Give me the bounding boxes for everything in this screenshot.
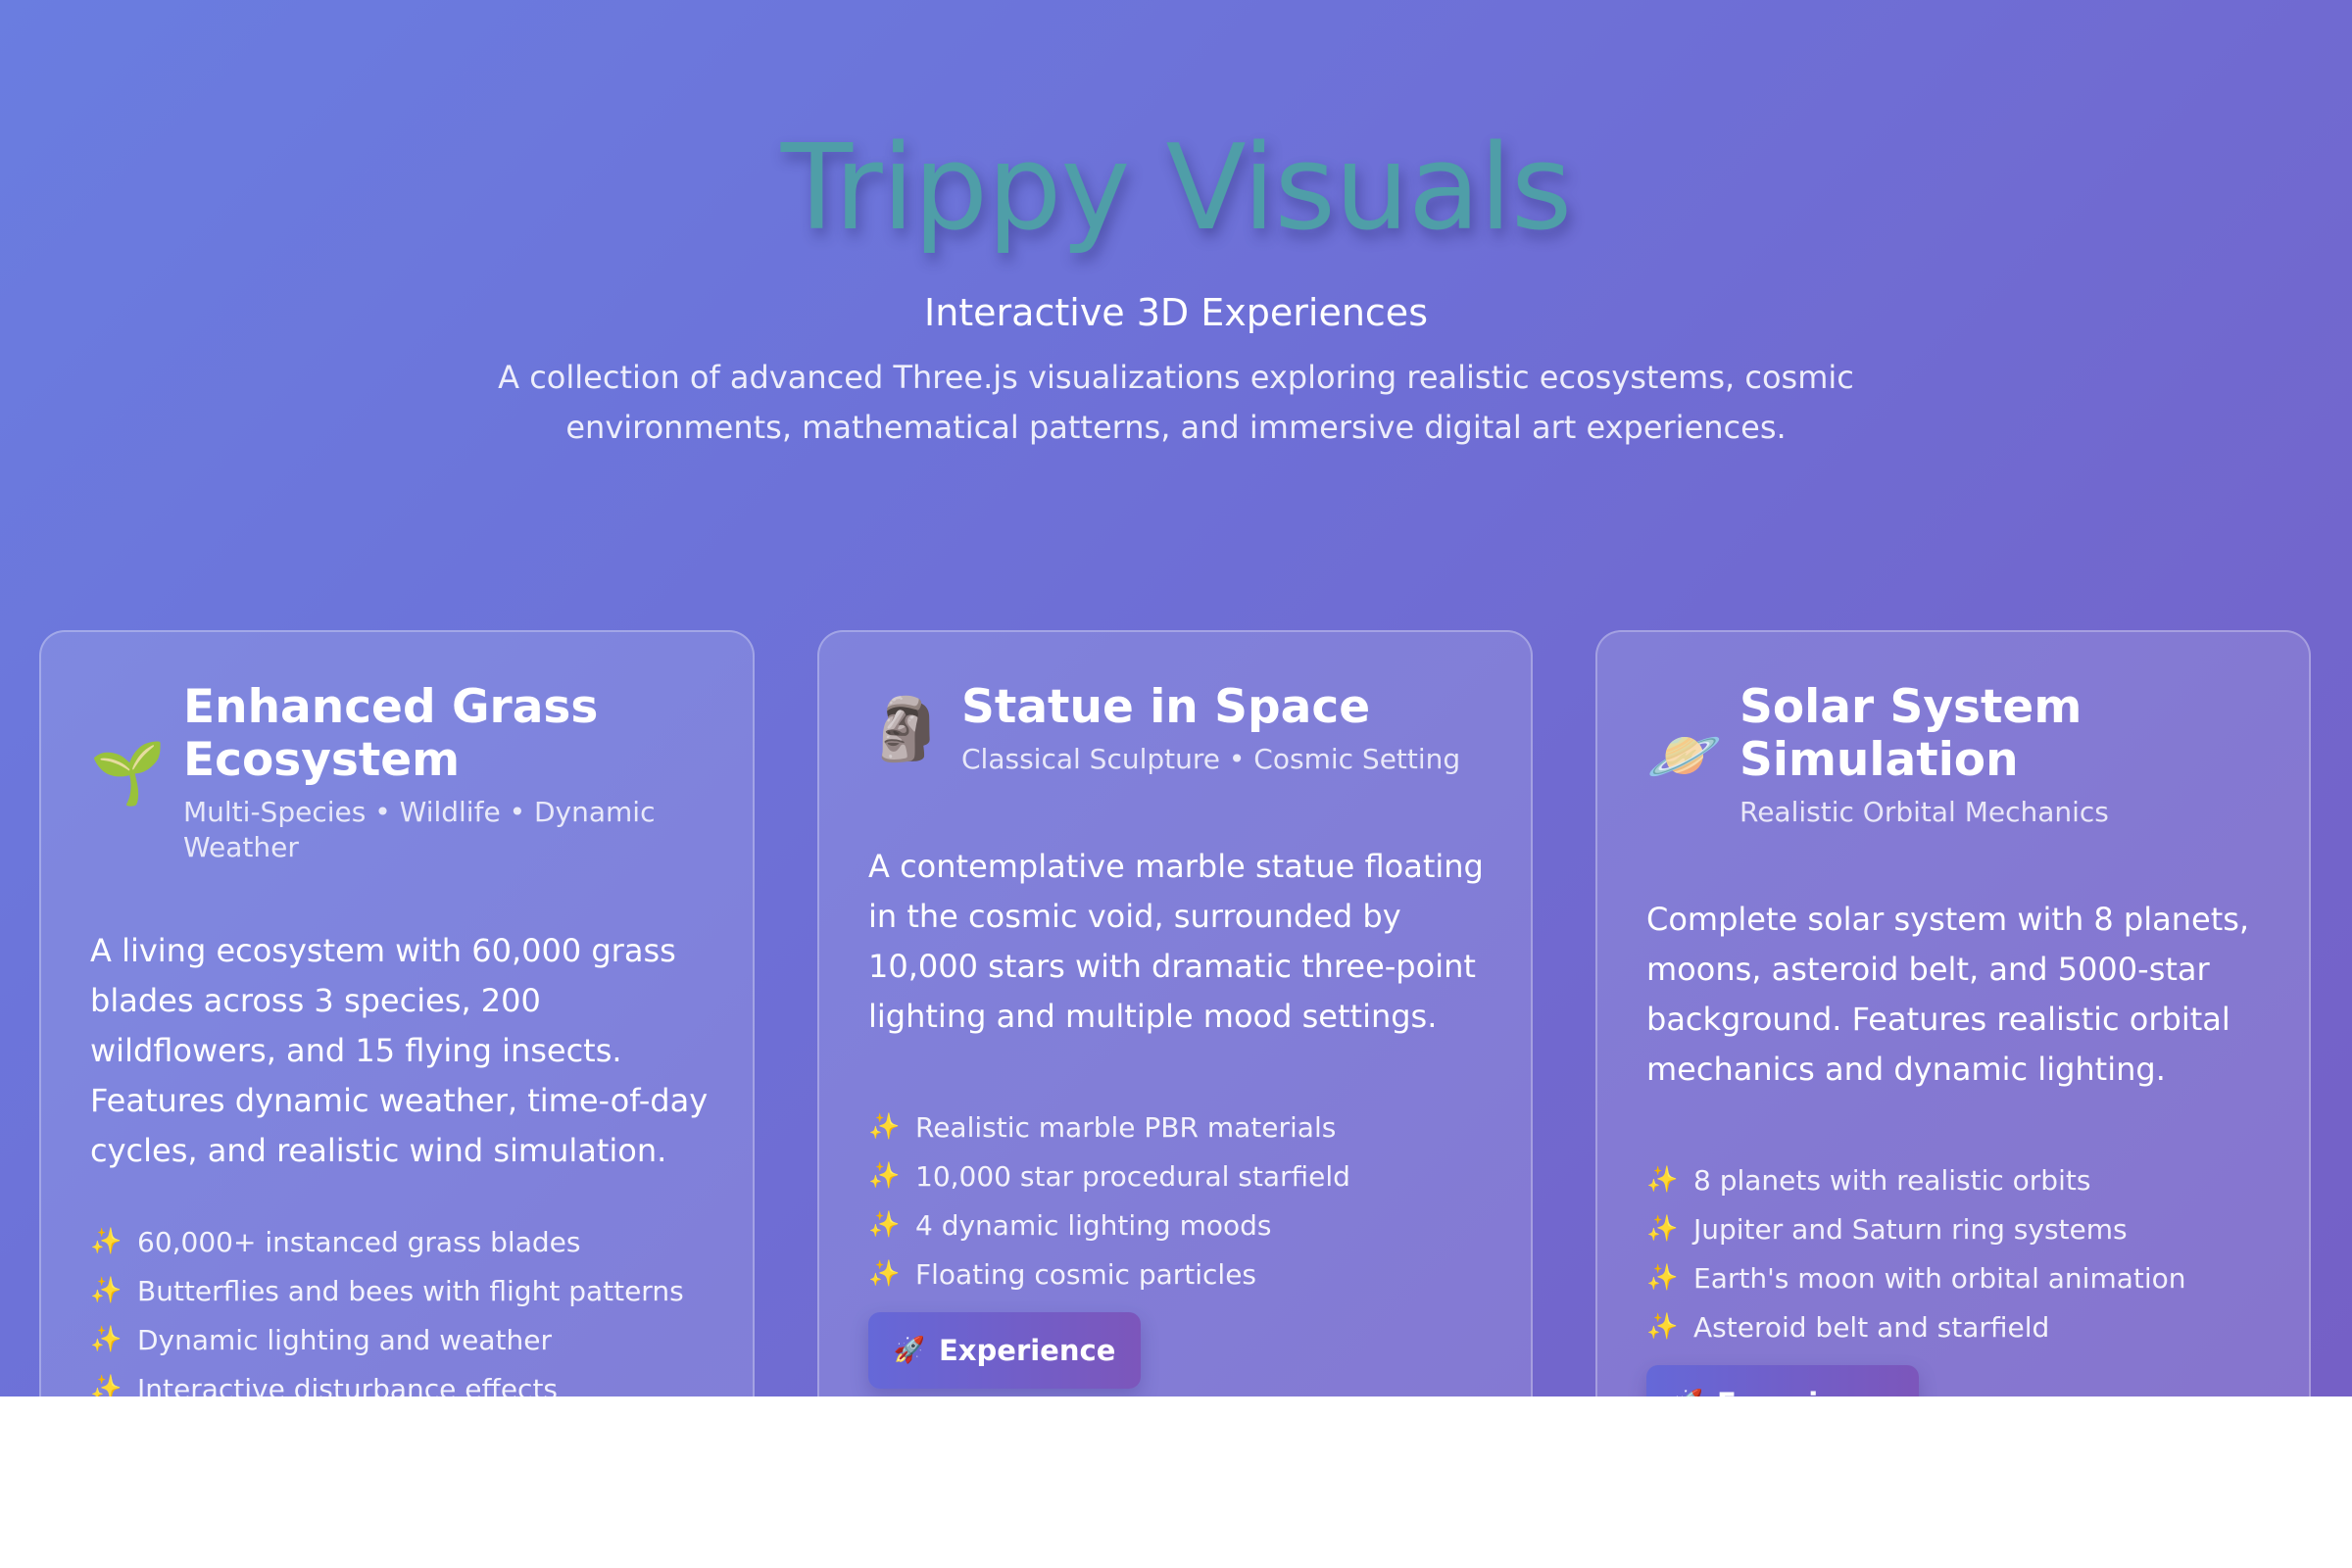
experience-card-solar-system: 🪐 Solar System Simulation Realistic Orbi… — [1595, 630, 2311, 1396]
sparkles-icon: ✨ — [1646, 1214, 1679, 1244]
rocket-icon: 🚀 — [1672, 1389, 1703, 1396]
feature-text: Floating cosmic particles — [915, 1257, 1257, 1291]
card-title: Statue in Space — [961, 680, 1371, 734]
feature-text: Asteroid belt and starfield — [1693, 1310, 2050, 1344]
sparkles-icon: ✨ — [868, 1161, 901, 1191]
sparkles-icon: ✨ — [868, 1210, 901, 1240]
feature-text: Jupiter and Saturn ring systems — [1693, 1212, 2128, 1246]
feature-text: 10,000 star procedural starfield — [915, 1159, 1350, 1193]
card-header: 🪐 Solar System Simulation Realistic Orbi… — [1646, 681, 2254, 830]
card-description: A living ecosystem with 60,000 grass bla… — [90, 932, 709, 1169]
feature-text: Realistic marble PBR materials — [915, 1110, 1337, 1144]
feature-text: Earth's moon with orbital animation — [1693, 1261, 2186, 1295]
experience-card-statue-in-space: 🗿 Statue in Space Classical Sculpture • … — [817, 630, 1533, 1396]
sparkles-icon: ✨ — [90, 1374, 122, 1396]
feature-item: ✨ Realistic marble PBR materials — [868, 1102, 1495, 1152]
seedling-icon: 🌱 — [90, 737, 167, 808]
experience-button[interactable]: 🚀 Experience — [1646, 1365, 1919, 1396]
feature-item: ✨ 8 planets with realistic orbits — [1646, 1155, 2274, 1204]
feature-list: ✨ Realistic marble PBR materials ✨ 10,00… — [868, 1102, 1495, 1298]
feature-item: ✨ Earth's moon with orbital animation — [1646, 1253, 2274, 1302]
moai-statue-icon: 🗿 — [868, 693, 945, 764]
card-description: Complete solar system with 8 planets, mo… — [1646, 901, 2250, 1088]
card-header: 🗿 Statue in Space Classical Sculpture • … — [868, 681, 1476, 777]
page-description: A collection of advanced Three.js visual… — [498, 359, 1854, 446]
feature-text: 4 dynamic lighting moods — [915, 1208, 1272, 1242]
feature-item: ✨ Dynamic lighting and weather — [90, 1315, 717, 1364]
page-subtitle: Interactive 3D Experiences — [923, 291, 1428, 334]
feature-item: ✨ Interactive disturbance effects — [90, 1364, 717, 1397]
sparkles-icon: ✨ — [1646, 1165, 1679, 1195]
card-tags: Realistic Orbital Mechanics — [1740, 796, 2109, 828]
feature-text: Dynamic lighting and weather — [137, 1323, 552, 1356]
experience-button-label: Experience — [939, 1334, 1116, 1367]
feature-list: ✨ 8 planets with realistic orbits ✨ Jupi… — [1646, 1155, 2274, 1351]
app-viewport: Trippy Visuals Interactive 3D Experience… — [0, 0, 2352, 1396]
feature-list: ✨ 60,000+ instanced grass blades ✨ Butte… — [90, 1217, 717, 1397]
feature-text: Interactive disturbance effects — [137, 1372, 559, 1397]
sparkles-icon: ✨ — [90, 1276, 122, 1305]
card-title: Solar System Simulation — [1740, 680, 2082, 787]
page-title: Trippy Visuals — [780, 121, 1573, 257]
sparkles-icon: ✨ — [868, 1259, 901, 1289]
ringed-planet-icon: 🪐 — [1646, 719, 1723, 791]
feature-text: 60,000+ instanced grass blades — [137, 1225, 581, 1258]
card-tags: Classical Sculpture • Cosmic Setting — [961, 743, 1461, 775]
feature-item: ✨ Asteroid belt and starfield — [1646, 1302, 2274, 1351]
experience-button-label: Experience — [1717, 1387, 1893, 1396]
sparkles-icon: ✨ — [1646, 1312, 1679, 1342]
feature-item: ✨ Floating cosmic particles — [868, 1250, 1495, 1298]
feature-item: ✨ 4 dynamic lighting moods — [868, 1200, 1495, 1250]
card-title-group: Enhanced Grass Ecosystem Multi-Species •… — [183, 681, 698, 865]
feature-text: 8 planets with realistic orbits — [1693, 1163, 2091, 1197]
sparkles-icon: ✨ — [1646, 1263, 1679, 1293]
card-header: 🌱 Enhanced Grass Ecosystem Multi-Species… — [90, 681, 698, 865]
card-title-group: Statue in Space Classical Sculpture • Co… — [961, 681, 1476, 777]
sparkles-icon: ✨ — [90, 1227, 122, 1256]
experience-button[interactable]: 🚀 Experience — [868, 1312, 1141, 1389]
card-description: A contemplative marble statue floating i… — [868, 848, 1484, 1035]
card-title: Enhanced Grass Ecosystem — [183, 680, 599, 787]
feature-item: ✨ Butterflies and bees with flight patte… — [90, 1266, 717, 1315]
feature-item: ✨ 60,000+ instanced grass blades — [90, 1217, 717, 1266]
rocket-icon: 🚀 — [893, 1336, 925, 1365]
card-title-group: Solar System Simulation Realistic Orbita… — [1740, 681, 2254, 830]
experience-card-grass-ecosystem: 🌱 Enhanced Grass Ecosystem Multi-Species… — [39, 630, 755, 1396]
feature-item: ✨ Jupiter and Saturn ring systems — [1646, 1204, 2274, 1253]
sparkles-icon: ✨ — [90, 1325, 122, 1354]
card-tags: Multi-Species • Wildlife • Dynamic Weath… — [183, 796, 656, 863]
sparkles-icon: ✨ — [868, 1112, 901, 1142]
feature-item: ✨ 10,000 star procedural starfield — [868, 1152, 1495, 1200]
feature-text: Butterflies and bees with flight pattern… — [137, 1274, 684, 1307]
